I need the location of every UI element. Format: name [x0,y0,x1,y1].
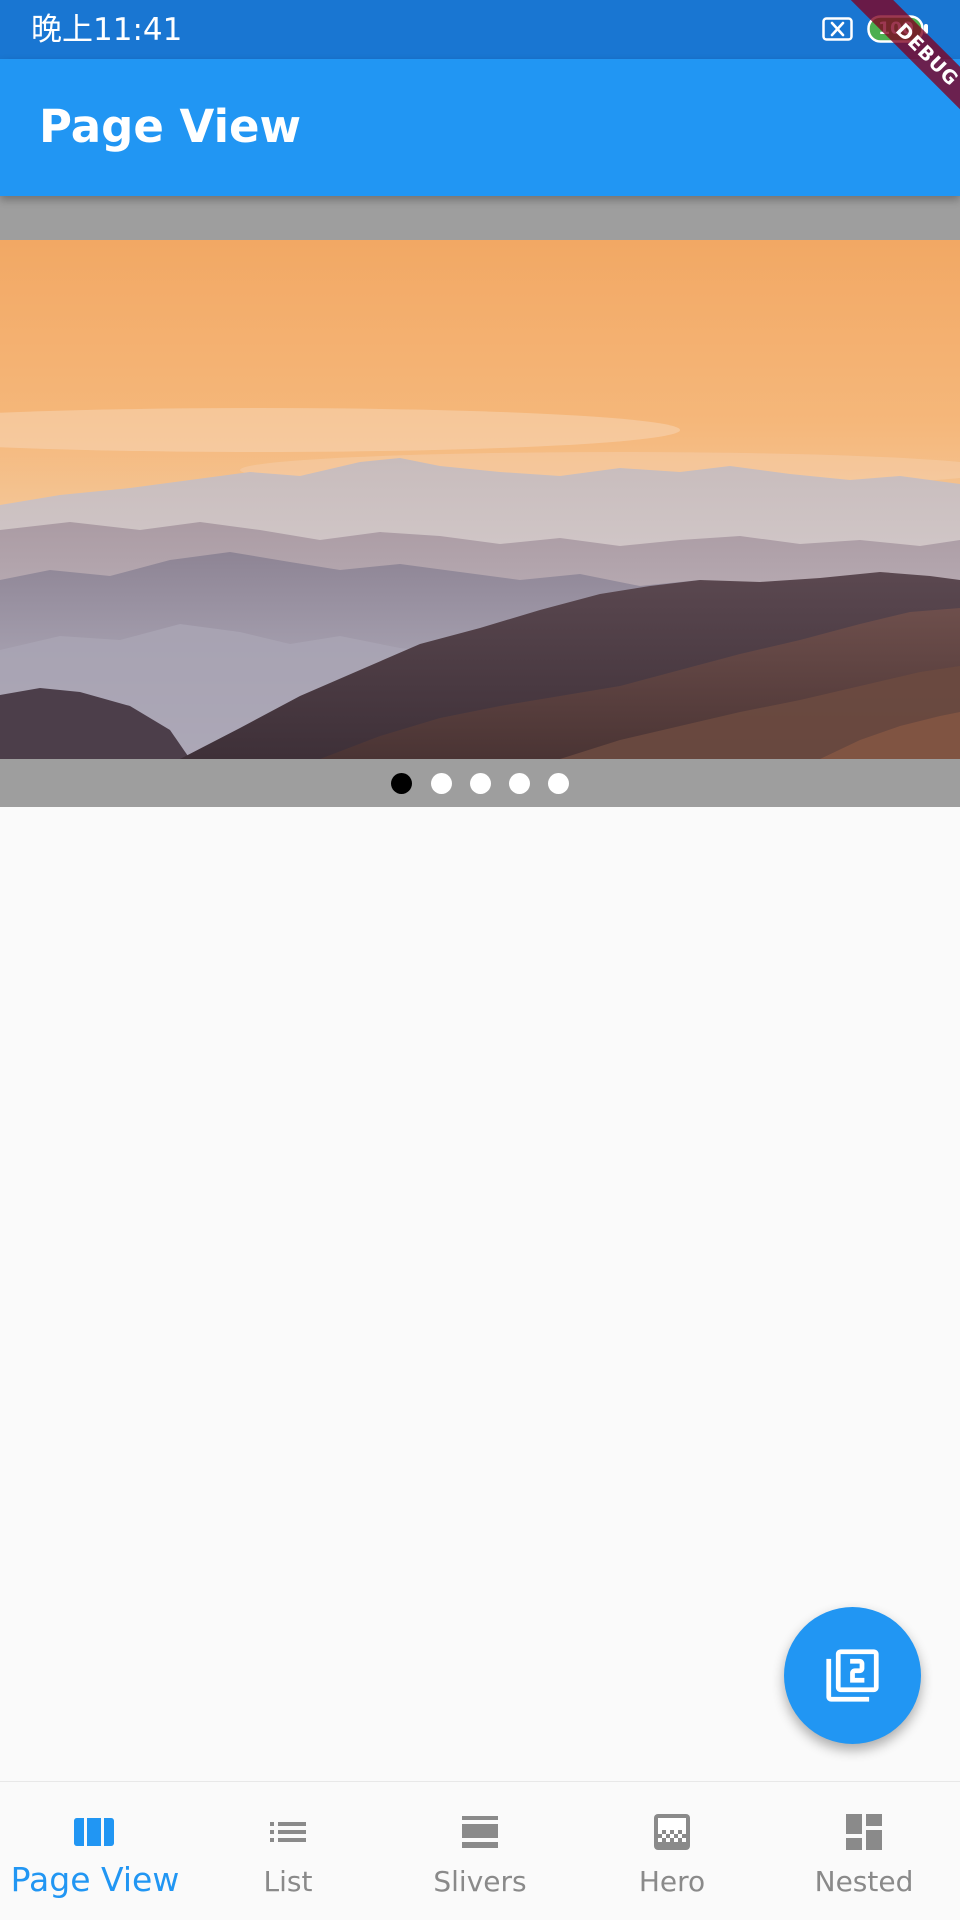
battery-icon: 100 [867,15,929,43]
page-dot-2[interactable] [431,773,452,794]
nav-item-list[interactable]: List [192,1782,384,1920]
floating-action-button[interactable] [784,1607,921,1744]
nav-item-page-view[interactable]: Page View [0,1782,190,1920]
nav-item-nested[interactable]: Nested [768,1782,960,1920]
page-view[interactable] [0,196,960,807]
nav-label-list: List [263,1865,313,1898]
view-stream-icon [462,1816,498,1848]
page-dot-3[interactable] [470,773,491,794]
nav-label-nested: Nested [814,1865,914,1898]
filter-2-icon [826,1649,879,1702]
dashboard-icon [846,1814,882,1850]
nav-label-slivers: Slivers [433,1865,527,1898]
nav-item-hero[interactable]: Hero [576,1782,768,1920]
view-column-icon [74,1818,114,1846]
list-icon [270,1822,306,1842]
page-title: Page View [39,100,302,153]
page-indicator [0,773,960,795]
app-screen: 晚上11:41 100 DEBUG Page View Page View Li… [0,0,960,1920]
nav-label-page-view: Page View [10,1860,180,1899]
sim-off-icon [822,17,853,41]
status-time: 晚上11:41 [31,12,183,48]
nav-label-hero: Hero [638,1865,706,1898]
status-bar: 晚上11:41 100 [0,0,960,59]
app-bar: Page View [0,59,960,196]
mountain-landscape-image[interactable] [0,240,960,759]
nav-item-slivers[interactable]: Slivers [384,1782,576,1920]
page-dot-5[interactable] [548,773,569,794]
battery-level: 100 [878,19,914,39]
page-dot-1[interactable] [391,773,412,794]
hero-image-icon [654,1814,690,1850]
page-dot-4[interactable] [509,773,530,794]
bottom-navigation: Page View List Slivers Hero Nested [0,1781,960,1920]
